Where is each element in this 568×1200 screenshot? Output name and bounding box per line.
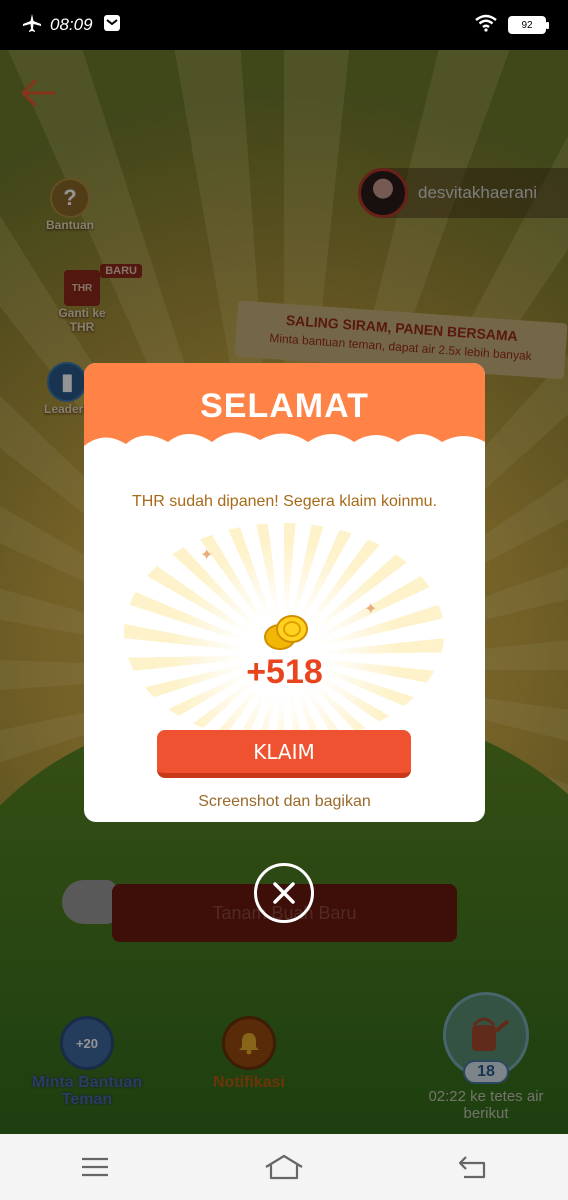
sparkle-icon: ✦ [364,601,378,618]
reward-dialog: SELAMAT THR sudah dipanen! Segera klaim … [84,363,485,822]
cloud-decoration [84,432,485,464]
close-dialog-button[interactable] [254,863,314,923]
back-button[interactable] [443,1147,503,1187]
back-icon [459,1156,486,1179]
reward-amount: +518 [246,653,323,691]
menu-icon [81,1157,108,1177]
status-bar: 08:09 92 [0,0,568,50]
dialog-title: SELAMAT [200,387,369,425]
share-screenshot-link[interactable]: Screenshot dan bagikan [84,793,485,811]
notification-icon [103,14,121,37]
home-button[interactable] [254,1147,314,1187]
dialog-message: THR sudah dipanen! Segera klaim koinmu. [131,493,438,510]
wifi-icon [474,14,498,37]
status-time: 08:09 [50,15,93,34]
menu-button[interactable] [65,1147,125,1187]
airplane-icon [22,13,42,38]
battery-icon: 92 [508,16,549,34]
coin-icon [264,615,308,650]
system-nav-bar [0,1134,568,1200]
home-icon [265,1154,303,1180]
dialog-header: SELAMAT [84,363,485,464]
battery-level: 92 [521,19,533,31]
close-icon [273,882,295,904]
sparkle-icon: ✦ [200,547,214,564]
claim-button[interactable]: KLAIM [157,730,411,778]
